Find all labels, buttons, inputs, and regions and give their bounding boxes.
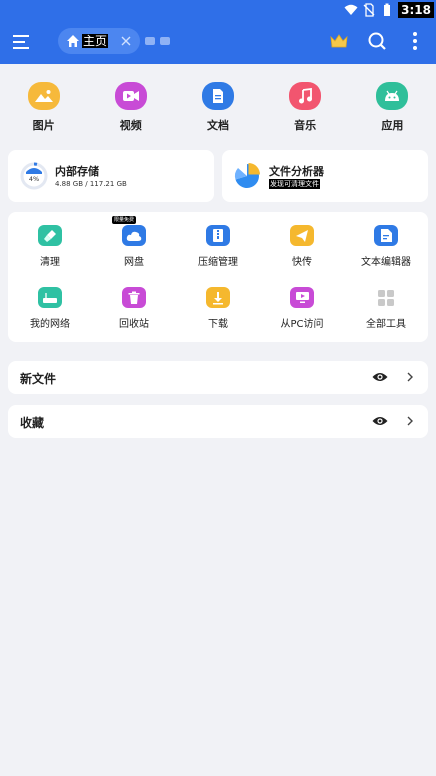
router-icon xyxy=(38,287,62,308)
internal-storage-card[interactable]: 4% 内部存储 4.88 GB / 117.21 GB xyxy=(8,150,214,202)
category-videos[interactable]: 视频 xyxy=(87,64,174,144)
category-label: 音乐 xyxy=(294,119,317,132)
search-icon[interactable] xyxy=(366,30,388,52)
tool-label: 回收站 xyxy=(119,319,149,330)
category-apps[interactable]: 应用 xyxy=(349,64,436,144)
document-icon xyxy=(201,82,234,110)
tool-download[interactable]: 下载 xyxy=(176,274,260,330)
eye-icon[interactable] xyxy=(372,415,388,427)
broom-icon xyxy=(38,225,62,246)
menu-icon[interactable] xyxy=(12,32,34,52)
tool-label: 清理 xyxy=(40,257,60,268)
tool-label: 下载 xyxy=(208,319,228,330)
category-music[interactable]: 音乐 xyxy=(262,64,349,144)
tools-grid: 清理 限量免费 网盘 压缩管理 快传 文本编辑器 我的网络 回收站 下载 从PC… xyxy=(8,212,428,342)
tool-label: 压缩管理 xyxy=(198,257,238,268)
tool-cloud-drive[interactable]: 限量免费 网盘 xyxy=(92,212,176,268)
storage-percent: 4% xyxy=(29,175,39,183)
category-label: 图片 xyxy=(32,119,55,132)
wifi-icon xyxy=(344,4,358,15)
tab-home[interactable]: 主页 xyxy=(58,28,140,54)
tool-label: 全部工具 xyxy=(366,319,406,330)
tool-label: 从PC访问 xyxy=(280,319,324,330)
tool-my-network[interactable]: 我的网络 xyxy=(8,274,92,330)
storage-usage-ring: 4% xyxy=(20,162,48,190)
free-badge: 限量免费 xyxy=(112,216,137,224)
status-icons: 3:18 xyxy=(344,1,434,19)
tool-text-editor[interactable]: 文本编辑器 xyxy=(344,212,428,268)
image-icon xyxy=(27,82,60,110)
category-label: 应用 xyxy=(381,119,404,132)
eye-icon[interactable] xyxy=(372,371,388,383)
text-editor-icon xyxy=(374,225,398,246)
no-sim-icon xyxy=(363,3,375,17)
app-bar: 主页 xyxy=(0,20,436,64)
cloud-icon: 限量免费 xyxy=(112,216,146,246)
close-icon[interactable] xyxy=(120,35,132,47)
tool-quick-send[interactable]: 快传 xyxy=(260,212,344,268)
grid-icon xyxy=(374,287,398,308)
analyzer-subtitle: 发现可清理文件 xyxy=(269,179,320,189)
section-title: 收藏 xyxy=(20,416,45,430)
pc-icon xyxy=(290,287,314,308)
section-title: 新文件 xyxy=(20,372,57,386)
tool-access-from-pc[interactable]: 从PC访问 xyxy=(260,274,344,330)
cloud-small-icon xyxy=(160,37,170,45)
download-icon xyxy=(206,287,230,308)
tool-label: 文本编辑器 xyxy=(361,257,411,268)
file-analyzer-card[interactable]: 文件分析器 发现可清理文件 xyxy=(222,150,428,202)
storage-title: 内部存储 xyxy=(55,165,99,178)
tab-overflow-indicators xyxy=(145,37,170,45)
chat-icon xyxy=(145,37,155,45)
more-vert-icon[interactable] xyxy=(404,30,426,52)
chevron-right-icon[interactable] xyxy=(406,372,414,382)
chevron-right-icon[interactable] xyxy=(406,416,414,426)
analyzer-title: 文件分析器 xyxy=(269,165,324,178)
section-favorites[interactable]: 收藏 xyxy=(8,405,428,438)
tool-all-tools[interactable]: 全部工具 xyxy=(344,274,428,330)
tool-archive[interactable]: 压缩管理 xyxy=(176,212,260,268)
category-label: 文档 xyxy=(206,119,229,132)
status-time: 3:18 xyxy=(398,2,434,18)
category-documents[interactable]: 文档 xyxy=(174,64,261,144)
archive-icon xyxy=(206,225,230,246)
status-bar: 3:18 xyxy=(0,0,436,20)
trash-icon xyxy=(122,287,146,308)
tool-recycle-bin[interactable]: 回收站 xyxy=(92,274,176,330)
category-images[interactable]: 图片 xyxy=(0,64,87,144)
crown-icon[interactable] xyxy=(328,30,350,52)
battery-icon xyxy=(384,3,391,16)
category-row: 图片 视频 文档 音乐 应用 xyxy=(0,64,436,144)
music-icon xyxy=(289,82,322,110)
tool-clean[interactable]: 清理 xyxy=(8,212,92,268)
home-icon xyxy=(67,35,79,47)
tool-label: 我的网络 xyxy=(30,319,70,330)
pie-chart-icon xyxy=(234,163,260,188)
android-icon xyxy=(376,82,409,110)
send-icon xyxy=(290,225,314,246)
section-new-files[interactable]: 新文件 xyxy=(8,361,428,394)
tool-label: 网盘 xyxy=(124,257,144,268)
category-label: 视频 xyxy=(119,119,142,132)
tool-label: 快传 xyxy=(292,257,312,268)
storage-usage-text: 4.88 GB / 117.21 GB xyxy=(55,180,127,188)
video-icon xyxy=(114,82,147,110)
tab-home-label: 主页 xyxy=(82,34,109,48)
